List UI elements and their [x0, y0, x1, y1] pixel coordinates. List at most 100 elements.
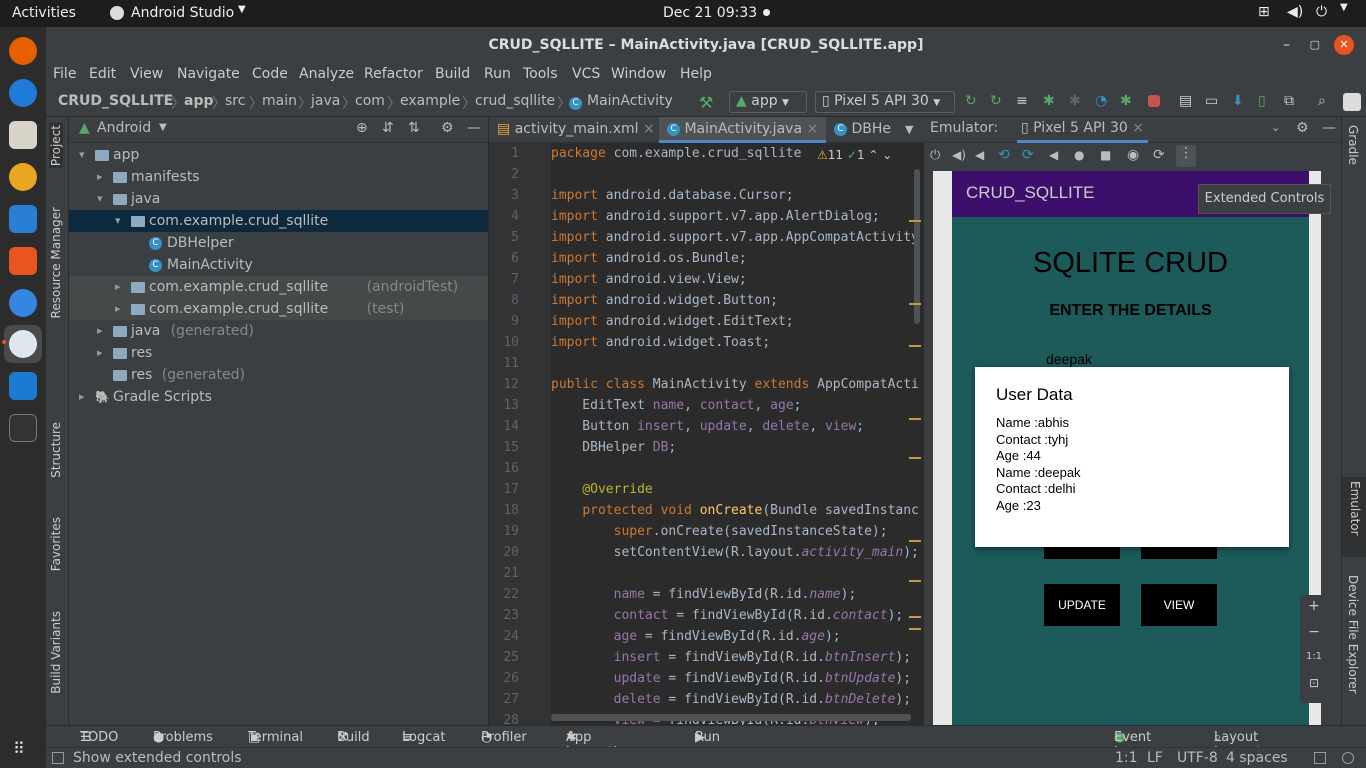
- chevron-down-icon[interactable]: ▼: [905, 123, 913, 136]
- account-icon[interactable]: [1343, 93, 1361, 111]
- tree-item[interactable]: C MainActivity: [69, 254, 488, 276]
- chevron-right-icon[interactable]: ▸: [97, 166, 103, 188]
- overview-icon[interactable]: ■: [1100, 148, 1111, 162]
- code-line[interactable]: age = findViewById(R.id.age);: [551, 629, 924, 644]
- tree-item[interactable]: ▸ res: [69, 342, 488, 364]
- list-icon[interactable]: ≡: [1016, 93, 1034, 111]
- warning-marker[interactable]: [909, 457, 921, 459]
- breadcrumb-java[interactable]: java: [311, 93, 340, 109]
- menu-code[interactable]: Code: [252, 66, 288, 82]
- view-button[interactable]: VIEW: [1141, 584, 1217, 626]
- locate-icon[interactable]: ⊕: [356, 120, 368, 136]
- breadcrumb-project[interactable]: CRUD_SQLLITE: [58, 93, 173, 109]
- more-icon[interactable]: ⋮: [1176, 145, 1196, 167]
- tab-build-variants[interactable]: Build Variants: [49, 611, 63, 694]
- tab-emulator[interactable]: Emulator: [1342, 477, 1366, 557]
- power-icon[interactable]: ⏻: [1316, 4, 1327, 20]
- firefox-icon[interactable]: [9, 37, 37, 65]
- chevron-down-icon[interactable]: ▼: [159, 122, 167, 133]
- stop-icon[interactable]: [1148, 95, 1160, 107]
- tab-activity-main-xml[interactable]: ▤ activity_main.xml ×: [497, 121, 655, 137]
- chevron-right-icon[interactable]: ▸: [115, 276, 121, 298]
- menu-analyze[interactable]: Analyze: [299, 66, 354, 82]
- warning-marker[interactable]: [909, 580, 921, 582]
- volume-up-icon[interactable]: ◀): [952, 148, 966, 162]
- menu-navigate[interactable]: Navigate: [177, 66, 240, 82]
- terminal-icon[interactable]: [9, 414, 37, 442]
- minimize-icon[interactable]: –: [1283, 27, 1290, 63]
- code-line[interactable]: setContentView(R.layout.activity_main);: [551, 545, 924, 560]
- volume-down-icon[interactable]: ◀: [975, 148, 984, 162]
- tab-mainactivity-java[interactable]: C MainActivity.java ×: [659, 117, 827, 143]
- project-view-select[interactable]: Android: [97, 120, 151, 136]
- caret-position[interactable]: 1:1: [1115, 750, 1138, 766]
- volume-icon[interactable]: ◀): [1287, 4, 1303, 20]
- menu-refactor[interactable]: Refactor: [364, 66, 423, 82]
- snapshot-icon[interactable]: ⟳: [1153, 147, 1165, 163]
- device-explorer-icon[interactable]: ⧉: [1284, 93, 1302, 111]
- profiler-icon[interactable]: ◔: [1095, 93, 1113, 111]
- code-line[interactable]: import android.view.View;: [551, 272, 924, 287]
- menu-run[interactable]: Run: [484, 66, 511, 82]
- help-icon[interactable]: [9, 289, 37, 317]
- hammer-icon[interactable]: ⚒: [699, 93, 717, 112]
- android-studio-dock-icon[interactable]: [9, 330, 37, 358]
- code-line[interactable]: package com.example.crud_sqllite: [551, 146, 924, 161]
- toggle-tool-windows-icon[interactable]: [52, 752, 64, 764]
- close-icon[interactable]: ×: [643, 121, 655, 137]
- chevron-down-icon[interactable]: ▾: [79, 144, 85, 166]
- expand-all-icon[interactable]: ⇵: [382, 120, 394, 136]
- warning-marker[interactable]: [909, 418, 921, 420]
- code-line[interactable]: update = findViewById(R.id.btnUpdate);: [551, 671, 924, 686]
- code-line[interactable]: contact = findViewById(R.id.contact);: [551, 608, 924, 623]
- breadcrumb-app[interactable]: app: [184, 93, 214, 109]
- tree-item[interactable]: ▸ manifests: [69, 166, 488, 188]
- tree-item[interactable]: ▾ app: [69, 144, 488, 166]
- warning-marker[interactable]: [909, 303, 921, 305]
- sync-project-icon[interactable]: ▤: [1179, 93, 1197, 111]
- line-separator[interactable]: LF: [1147, 750, 1163, 766]
- tree-item[interactable]: ▾ com.example.crud_sqllite: [69, 210, 488, 232]
- camera-icon[interactable]: ◉: [1127, 147, 1139, 163]
- show-applications-icon[interactable]: ⠿: [13, 739, 33, 759]
- menu-edit[interactable]: Edit: [89, 66, 116, 82]
- tab-project[interactable]: Project: [49, 123, 63, 169]
- chevron-right-icon[interactable]: ▸: [97, 320, 103, 342]
- tree-item[interactable]: ▸ com.example.crud_sqllite (test): [69, 298, 488, 320]
- collapse-all-icon[interactable]: ⇅: [408, 120, 420, 136]
- gear-icon[interactable]: ⚙: [441, 120, 454, 136]
- menu-tools[interactable]: Tools: [523, 66, 558, 82]
- tab-gradle[interactable]: Gradle: [1346, 125, 1360, 165]
- chevron-right-icon[interactable]: ▸: [115, 298, 121, 320]
- app-menu-label[interactable]: Android Studio: [131, 5, 234, 21]
- chevron-down-icon[interactable]: ⌄: [1271, 121, 1280, 134]
- tab-favorites[interactable]: Favorites: [49, 517, 63, 571]
- search-icon[interactable]: ⌕: [1318, 93, 1336, 111]
- menu-vcs[interactable]: VCS: [572, 66, 600, 82]
- breadcrumb-mainactivity[interactable]: MainActivity: [587, 93, 673, 109]
- indent-setting[interactable]: 4 spaces: [1226, 750, 1288, 766]
- warning-marker[interactable]: [909, 540, 921, 542]
- warning-marker[interactable]: [909, 628, 921, 630]
- breadcrumb-package[interactable]: crud_sqllite: [475, 93, 555, 109]
- zoom-actual-size-icon[interactable]: 1:1: [1300, 651, 1328, 662]
- code-line[interactable]: import android.support.v7.app.AppCompatA…: [551, 230, 924, 245]
- gear-icon[interactable]: ⚙: [1296, 120, 1309, 136]
- tree-item[interactable]: ▾ java: [69, 188, 488, 210]
- clock[interactable]: Dec 21 09:33: [663, 5, 757, 21]
- file-encoding[interactable]: UTF-8: [1177, 750, 1218, 766]
- menu-view[interactable]: View: [130, 66, 163, 82]
- debug-icon[interactable]: ✱: [1043, 93, 1061, 111]
- code-line[interactable]: super.onCreate(savedInstanceState);: [551, 524, 924, 539]
- code-line[interactable]: import android.widget.Button;: [551, 293, 924, 308]
- tab-device-file-explorer[interactable]: Device File Explorer: [1346, 575, 1360, 694]
- avd-manager-icon[interactable]: ▯: [1258, 93, 1276, 111]
- software-icon[interactable]: [9, 247, 37, 275]
- rhythmbox-icon[interactable]: [9, 163, 37, 191]
- chevron-right-icon[interactable]: ▸: [97, 342, 103, 364]
- apply-code-changes-icon[interactable]: ↻: [990, 93, 1008, 111]
- run-config-select[interactable]: ▲ app ▼: [729, 91, 807, 113]
- code-line[interactable]: @Override: [551, 482, 924, 497]
- tree-item[interactable]: C DBHelper: [69, 232, 488, 254]
- rotate-left-icon[interactable]: ⟲: [998, 147, 1010, 163]
